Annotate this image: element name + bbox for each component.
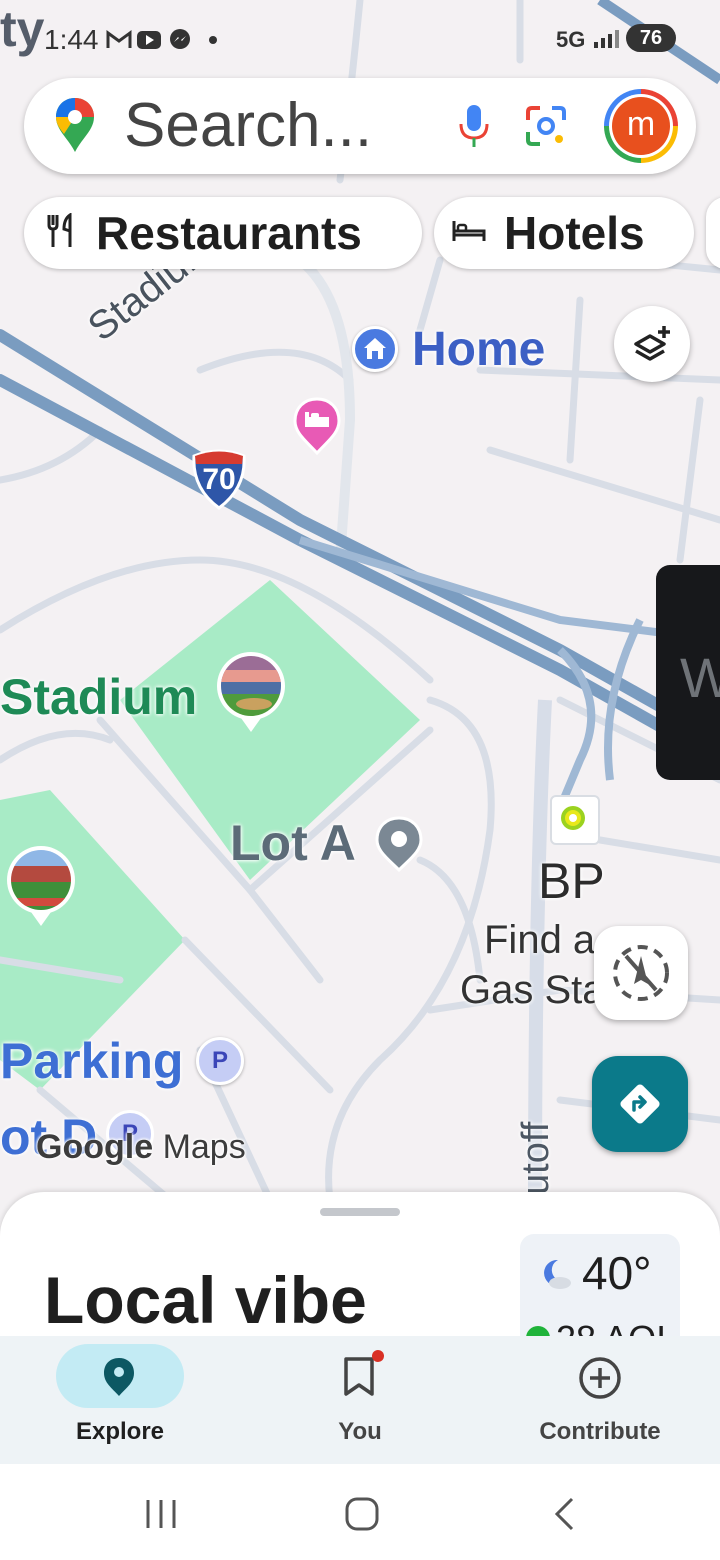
voice-search-icon[interactable]	[454, 102, 494, 155]
map-canvas[interactable]: Stadium Dr 70 Home Stadium Lot A BP Find…	[0, 0, 720, 1200]
recenter-button[interactable]	[594, 926, 688, 1020]
notification-dot-icon	[209, 36, 217, 44]
map-base-layer	[0, 0, 720, 1200]
status-bar: ty 1:44 5G 76	[0, 0, 720, 78]
lot-a-label: Lot A	[230, 815, 356, 871]
search-bar[interactable]: Search... m	[24, 78, 696, 174]
google-wordmark: Google	[36, 1128, 154, 1166]
stadium-photo-pin[interactable]	[214, 652, 288, 734]
recent-apps-icon[interactable]	[144, 1498, 178, 1535]
bp-title[interactable]: BP	[538, 852, 605, 910]
bookmark-icon	[342, 1356, 378, 1403]
battery-level: 76	[639, 27, 663, 49]
clock: 1:44	[44, 24, 99, 55]
signal-icon	[592, 28, 620, 55]
chip-restaurants[interactable]: Restaurants	[24, 197, 422, 269]
directions-icon	[620, 1084, 660, 1124]
explore-pin-icon	[102, 1356, 136, 1403]
nav-you[interactable]: You	[240, 1336, 480, 1464]
google-maps-pin-icon	[54, 96, 96, 159]
bp-logo-icon[interactable]	[550, 795, 600, 845]
avatar[interactable]: m	[604, 89, 678, 163]
search-input[interactable]: Search...	[124, 90, 372, 161]
layers-plus-icon	[634, 326, 670, 361]
home-nav-icon[interactable]	[344, 1496, 380, 1537]
notification-badge	[372, 1350, 384, 1362]
google-lens-icon[interactable]	[524, 104, 568, 153]
bp-subtitle-line2: Gas Sta	[460, 968, 605, 1012]
road-label-cutoff: utoff	[515, 1121, 557, 1195]
parking-icon[interactable]: P	[196, 1037, 244, 1085]
directions-button[interactable]	[592, 1056, 688, 1152]
home-label: Home	[412, 323, 546, 376]
bottom-sheet[interactable]: Local vibe 40° 28 AQI	[0, 1192, 720, 1342]
bed-icon	[452, 219, 486, 248]
add-circle-icon	[578, 1356, 622, 1405]
google-maps-screen: Stadium Dr 70 Home Stadium Lot A BP Find…	[0, 0, 720, 1560]
layers-button[interactable]	[614, 306, 690, 382]
location-pin-icon	[375, 816, 423, 877]
home-icon	[352, 326, 398, 372]
avatar-initial: m	[612, 97, 670, 155]
gmail-icon	[106, 30, 132, 55]
weather-card[interactable]: 40° 28 AQI	[520, 1234, 680, 1342]
chip-more[interactable]	[706, 197, 720, 269]
chip-hotels-label: Hotels	[504, 207, 645, 259]
moon-cloud-icon	[538, 1256, 574, 1297]
google-maps-watermark: Google Maps	[36, 1128, 246, 1167]
temperature: 40°	[582, 1247, 652, 1299]
parking-label[interactable]: Parking	[0, 1032, 183, 1090]
nav-contribute[interactable]: Contribute	[480, 1336, 720, 1464]
network-label: 5G	[556, 27, 586, 52]
messenger-icon	[168, 28, 192, 57]
nav-contribute-label: Contribute	[539, 1418, 661, 1445]
chip-restaurants-label: Restaurants	[96, 207, 362, 259]
sheet-title: Local vibe	[44, 1263, 367, 1337]
nav-you-label: You	[338, 1418, 382, 1445]
interstate-shield-icon: 70	[190, 448, 248, 510]
hotel-pin-icon[interactable]	[292, 397, 342, 456]
youtube-icon	[136, 30, 162, 55]
fork-knife-icon	[46, 211, 76, 254]
bottom-navigation: Explore You Contribute	[0, 1336, 720, 1464]
location-disabled-icon	[613, 945, 669, 1001]
side-card-peek[interactable]: W	[656, 565, 720, 780]
back-icon[interactable]	[552, 1496, 576, 1537]
battery-icon: 76	[626, 24, 676, 52]
drag-handle[interactable]	[320, 1208, 400, 1216]
maps-wordmark: Maps	[162, 1128, 246, 1166]
interstate-number: 70	[202, 463, 236, 496]
stadium-label[interactable]: Stadium	[0, 668, 197, 726]
nav-explore-label: Explore	[75, 1418, 165, 1445]
chip-hotels[interactable]: Hotels	[434, 197, 694, 269]
nav-explore[interactable]: Explore	[0, 1336, 240, 1464]
edge-text: ty	[0, 1, 45, 57]
field-photo-pin[interactable]	[4, 846, 78, 928]
system-navigation-bar	[0, 1464, 720, 1560]
bp-subtitle-line1: Find a	[484, 918, 596, 962]
side-card-letter: W	[680, 646, 720, 709]
